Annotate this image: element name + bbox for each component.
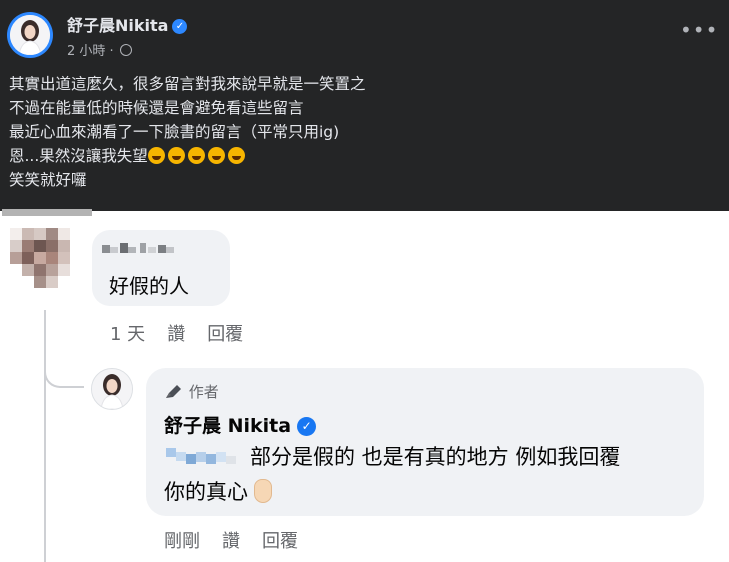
like-button[interactable]: 讚 [222, 531, 240, 552]
verified-badge-icon: ✓ [297, 417, 317, 436]
post-line: 笑笑就好囉 [9, 171, 87, 189]
rolling-laughing-emoji-icon [227, 147, 245, 164]
rolling-laughing-emoji-icon [187, 147, 205, 164]
like-button[interactable]: 讚 [167, 324, 185, 345]
reply-text-line2: 你的真心 [164, 476, 272, 506]
post-line: 其實出道這麼久，很多留言對我來說早就是一笑置之 [9, 75, 366, 93]
post-body: 其實出道這麼久，很多留言對我來說早就是一笑置之 不過在能量低的時候還是會避免看這… [9, 72, 366, 192]
post-time[interactable]: 2 小時 [67, 44, 105, 59]
reply-actions: 剛剛 讚 回覆 [164, 527, 320, 553]
more-options-icon[interactable]: ••• [680, 20, 718, 40]
section-divider [2, 209, 92, 216]
reply-author-avatar[interactable] [91, 368, 133, 410]
reply-button[interactable]: 回覆 [207, 324, 243, 345]
globe-icon[interactable] [119, 44, 132, 56]
commenter-name-blurred[interactable] [102, 240, 174, 254]
author-tag: 作者 [164, 381, 219, 402]
author-avatar[interactable] [7, 12, 53, 58]
post-meta: 2 小時 · [67, 40, 132, 59]
reply-author[interactable]: 舒子晨 Nikita ✓ [164, 411, 317, 438]
rolling-laughing-emoji-icon [167, 147, 185, 164]
comment-time[interactable]: 1 天 [110, 324, 145, 345]
heart-fingers-emoji-icon [254, 479, 272, 503]
avatar-photo [10, 15, 50, 55]
comment-text: 好假的人 [109, 274, 189, 298]
pen-icon [166, 385, 181, 398]
rolling-laughing-emoji-icon [207, 147, 225, 164]
reply-text-line1: 部分是假的 也是有真的地方 例如我回覆 [166, 441, 620, 471]
reply-time[interactable]: 剛剛 [164, 531, 200, 552]
verified-badge-icon: ✓ [172, 19, 188, 34]
reply-author-name[interactable]: 舒子晨 Nikita [164, 415, 291, 437]
post-line-with-emoji: 恩...果然沒讓我失望 [9, 144, 366, 168]
thread-connector [44, 362, 84, 388]
post-card: 舒子晨Nikita ✓ 2 小時 · ••• 其實出道這麼久，很多留言對我來說早就… [0, 0, 729, 211]
reply-text: 部分是假的 也是有真的地方 例如我回覆 [250, 445, 621, 469]
post-author-name[interactable]: 舒子晨Nikita [67, 16, 168, 35]
rolling-laughing-emoji-icon [147, 147, 165, 164]
post-line: 恩...果然沒讓我失望 [9, 147, 148, 165]
author-tag-label: 作者 [188, 383, 219, 401]
reply-button[interactable]: 回覆 [262, 531, 298, 552]
post-line: 最近心血來潮看了一下臉書的留言（平常只用ig) [9, 123, 340, 141]
meta-separator: · [109, 44, 114, 59]
reply-text: 你的真心 [164, 480, 248, 504]
post-line: 不過在能量低的時候還是會避免看這些留言 [9, 99, 304, 117]
comment-actions: 1 天 讚 回覆 [110, 320, 265, 346]
thread-line [44, 310, 46, 562]
commenter-avatar-blurred[interactable] [10, 228, 80, 298]
mention-blurred[interactable] [166, 447, 236, 465]
post-author[interactable]: 舒子晨Nikita ✓ [67, 12, 188, 36]
